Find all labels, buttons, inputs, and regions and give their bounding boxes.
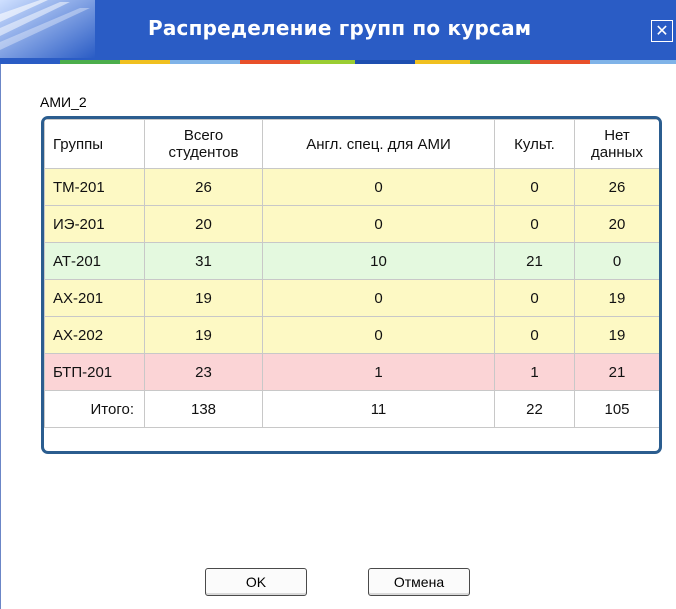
table-row[interactable]: ТМ-201 26 0 0 26 [44, 168, 659, 206]
title-bar: Распределение групп по курсам ✕ [0, 0, 676, 58]
cell-no-data: 20 [574, 205, 659, 243]
cell-no-data: 19 [574, 279, 659, 317]
distribution-table-container: Группы Всего студентов Англ. спец. для А… [41, 116, 662, 454]
cell-culture: 0 [494, 316, 575, 354]
table-header-row: Группы Всего студентов Англ. спец. для А… [44, 119, 659, 169]
totals-label: Итого: [44, 390, 145, 428]
cancel-button[interactable]: Отмена [368, 568, 470, 596]
header-groups: Группы [44, 119, 145, 169]
header-english: Англ. спец. для АМИ [262, 119, 495, 169]
cell-total: 20 [144, 205, 263, 243]
close-button[interactable]: ✕ [651, 20, 673, 42]
totals-no-data: 105 [574, 390, 659, 428]
cell-total: 19 [144, 279, 263, 317]
table-row[interactable]: БТП-201 23 1 1 21 [44, 353, 659, 391]
cell-group: ТМ-201 [44, 168, 145, 206]
cell-english: 0 [262, 316, 495, 354]
header-total-students: Всего студентов [144, 119, 263, 169]
cell-total: 19 [144, 316, 263, 354]
window-frame-left [0, 64, 11, 609]
distribution-table: Группы Всего студентов Англ. спец. для А… [44, 119, 659, 428]
cell-group: АХ-201 [44, 279, 145, 317]
cell-group: АТ-201 [44, 242, 145, 280]
table-row[interactable]: ИЭ-201 20 0 0 20 [44, 205, 659, 243]
cell-group: БТП-201 [44, 353, 145, 391]
cell-culture: 0 [494, 168, 575, 206]
app-logo-icon [0, 0, 95, 58]
header-no-data: Нет данных [574, 119, 659, 169]
ok-button[interactable]: OK [205, 568, 307, 596]
cell-total: 26 [144, 168, 263, 206]
cell-english: 10 [262, 242, 495, 280]
close-icon: ✕ [655, 21, 669, 40]
cell-culture: 0 [494, 205, 575, 243]
header-culture: Культ. [494, 119, 575, 169]
group-name-label: АМИ_2 [40, 94, 87, 110]
totals-row: Итого: 138 11 22 105 [44, 390, 659, 428]
cell-english: 0 [262, 205, 495, 243]
cell-english: 0 [262, 279, 495, 317]
totals-english: 11 [262, 390, 495, 428]
cell-culture: 21 [494, 242, 575, 280]
cell-english: 1 [262, 353, 495, 391]
table-row[interactable]: АХ-201 19 0 0 19 [44, 279, 659, 317]
cell-no-data: 21 [574, 353, 659, 391]
totals-culture: 22 [494, 390, 575, 428]
table-row[interactable]: АХ-202 19 0 0 19 [44, 316, 659, 354]
cell-no-data: 0 [574, 242, 659, 280]
title-color-strip [0, 58, 676, 64]
cell-culture: 1 [494, 353, 575, 391]
cell-group: АХ-202 [44, 316, 145, 354]
table-row[interactable]: АТ-201 31 10 21 0 [44, 242, 659, 280]
cell-total: 23 [144, 353, 263, 391]
cell-culture: 0 [494, 279, 575, 317]
window-title: Распределение групп по курсам [148, 16, 532, 40]
cell-total: 31 [144, 242, 263, 280]
cell-no-data: 26 [574, 168, 659, 206]
totals-total: 138 [144, 390, 263, 428]
cell-group: ИЭ-201 [44, 205, 145, 243]
cell-no-data: 19 [574, 316, 659, 354]
cell-english: 0 [262, 168, 495, 206]
